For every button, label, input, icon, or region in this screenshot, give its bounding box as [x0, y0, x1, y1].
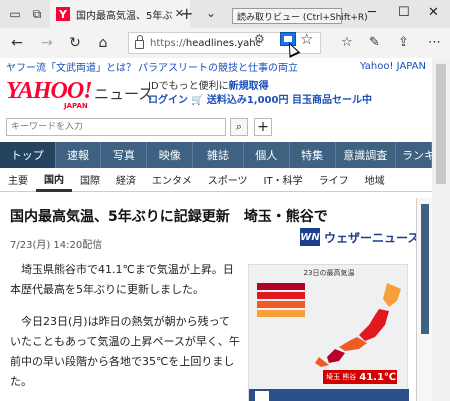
legend-swatch [257, 283, 305, 290]
article-body: 埼玉県熊谷市で41.1℃まで気温が上昇。日本歴代最高を5年ぶりに更新しました。 … [10, 260, 240, 401]
url-text: https://headlines.yahoo.co [150, 37, 260, 49]
japan-map-shape [315, 283, 401, 367]
sub-entertainment[interactable]: エンタメ [144, 168, 200, 192]
category-feature[interactable]: 特集 [290, 142, 336, 168]
map-footer [249, 389, 409, 401]
publish-date: 7/23(月) 14:20配信 [10, 240, 103, 251]
category-survey[interactable]: 意識調査 [336, 142, 396, 168]
sub-sports[interactable]: スポーツ [200, 168, 256, 192]
promo-area: IDでもっと便利に新規取得 ログイン 🛒 送料込み1,000円 目玉商品セール中 [148, 81, 372, 106]
category-video[interactable]: 映像 [147, 142, 194, 168]
back-icon[interactable]: ← [8, 34, 26, 52]
map-legend [257, 283, 305, 319]
sidebar-banner[interactable] [421, 204, 429, 334]
article-title: 国内最高気温、5年ぶりに記録更新 埼玉・熊谷で [10, 209, 328, 225]
extension-icon[interactable]: ⚙ [254, 32, 265, 46]
add-icon[interactable]: + [254, 118, 272, 136]
share-icon[interactable]: ⇪ [398, 35, 409, 50]
search-box [6, 118, 226, 136]
sub-local[interactable]: 地域 [357, 168, 393, 192]
topic-link-1[interactable]: ヤフー流「文武両道」とは？ [6, 59, 136, 74]
favorites-hub-icon[interactable]: ☆ [341, 35, 353, 50]
more-menu-icon[interactable]: ⋯ [428, 35, 441, 50]
favorite-star-icon[interactable]: ☆ [300, 30, 313, 48]
page-scrollbar[interactable] [432, 58, 450, 401]
search-input[interactable] [11, 122, 191, 132]
login-link[interactable]: ログイン [148, 95, 188, 106]
tab-bar: ▭ ⧉ Y 国内最高気温、5年ぶりに ✕ + ⌄ ─ ☐ ✕ [0, 0, 450, 28]
record-temperature-tag: 埼玉 熊谷 41.1℃ [323, 370, 397, 384]
sale-link[interactable]: 送料込み1,000円 目玉商品セール中 [207, 95, 372, 106]
legend-swatch [257, 301, 305, 308]
signup-link[interactable]: 新規取得 [229, 81, 269, 92]
category-ranking[interactable]: ランキ [396, 142, 432, 168]
yahoo-news-logo[interactable]: YAHOO! JAPAN ニュース [6, 79, 153, 111]
paragraph-1: 埼玉県熊谷市で41.1℃まで気温が上昇。日本歴代最高を5年ぶりに更新しました。 [10, 263, 234, 296]
yahoo-favicon-icon: Y [56, 7, 70, 21]
pen-icon[interactable]: ✎ [369, 35, 380, 50]
active-tab[interactable]: Y 国内最高気温、5年ぶりに ✕ [50, 0, 190, 28]
category-bar: トップ 速報 写真 映像 雑誌 個人 特集 意識調査 ランキ [0, 142, 432, 168]
right-sidebar [416, 198, 432, 401]
tab-dropdown-icon[interactable]: ⌄ [206, 6, 216, 20]
minimize-icon[interactable]: ─ [368, 5, 376, 20]
sub-domestic[interactable]: 国内 [36, 168, 72, 192]
sub-international[interactable]: 国際 [72, 168, 108, 192]
nav-bar: ← → ↻ ⌂ https://headlines.yahoo.co ⚙ ☆ ☆… [0, 28, 450, 58]
category-top[interactable]: トップ [0, 142, 56, 168]
category-photo[interactable]: 写真 [101, 142, 148, 168]
subcategory-bar: 主要 国内 国際 経済 エンタメ スポーツ IT・科学 ライフ 地域 [0, 168, 432, 192]
sub-main[interactable]: 主要 [0, 168, 36, 192]
legend-swatch [257, 310, 305, 317]
weathernews-logo-icon: WN [300, 228, 320, 246]
search-icon[interactable]: ⌕ [230, 118, 248, 136]
page-content: ヤフー流「文武両道」とは？ パラアスリートの競技と仕事の両立 Yahoo! JA… [0, 58, 432, 401]
refresh-icon[interactable]: ↻ [66, 34, 84, 52]
sub-it-science[interactable]: IT・科学 [256, 168, 311, 192]
new-tab-button[interactable]: + [180, 4, 193, 23]
yahoo-japan-link[interactable]: Yahoo! JAPAN [360, 61, 426, 72]
tab-manager-icon[interactable]: ⧉ [28, 5, 46, 23]
home-icon[interactable]: ⌂ [94, 34, 112, 52]
cart-icon: 🛒 [191, 95, 204, 106]
sub-life[interactable]: ライフ [311, 168, 357, 192]
tab-preview-icon[interactable]: ▭ [6, 5, 24, 23]
provider-name: ウェザーニュース [324, 230, 420, 245]
scroll-thumb[interactable] [436, 64, 446, 184]
reading-view-tooltip: 読み取りビュー (Ctrl+Shift+R) [232, 8, 368, 24]
lock-icon [135, 35, 144, 49]
category-breaking[interactable]: 速報 [56, 142, 102, 168]
maximize-icon[interactable]: ☐ [398, 5, 410, 20]
provider-link[interactable]: WN ウェザーニュース [300, 228, 419, 246]
forward-icon[interactable]: → [38, 34, 56, 52]
topics-bar: ヤフー流「文武両道」とは？ パラアスリートの競技と仕事の両立 Yahoo! JA… [0, 58, 432, 74]
temperature-map-image[interactable]: 23日の最高気温 埼玉 熊谷 41.1℃ [248, 264, 409, 401]
category-individual[interactable]: 個人 [244, 142, 290, 168]
legend-swatch [257, 292, 305, 299]
paragraph-2: 今日23日(月)は昨日の熱気が朝から残っていたこともあって気温の上昇ペースが早く… [10, 315, 240, 388]
category-magazine[interactable]: 雑誌 [193, 142, 244, 168]
map-logo-icon [255, 391, 269, 401]
map-title: 23日の最高気温 [303, 269, 355, 277]
topic-link-2[interactable]: パラアスリートの競技と仕事の両立 [138, 59, 298, 74]
tab-title: 国内最高気温、5年ぶりに [76, 10, 174, 22]
close-window-icon[interactable]: ✕ [428, 5, 439, 20]
sub-economy[interactable]: 経済 [108, 168, 144, 192]
